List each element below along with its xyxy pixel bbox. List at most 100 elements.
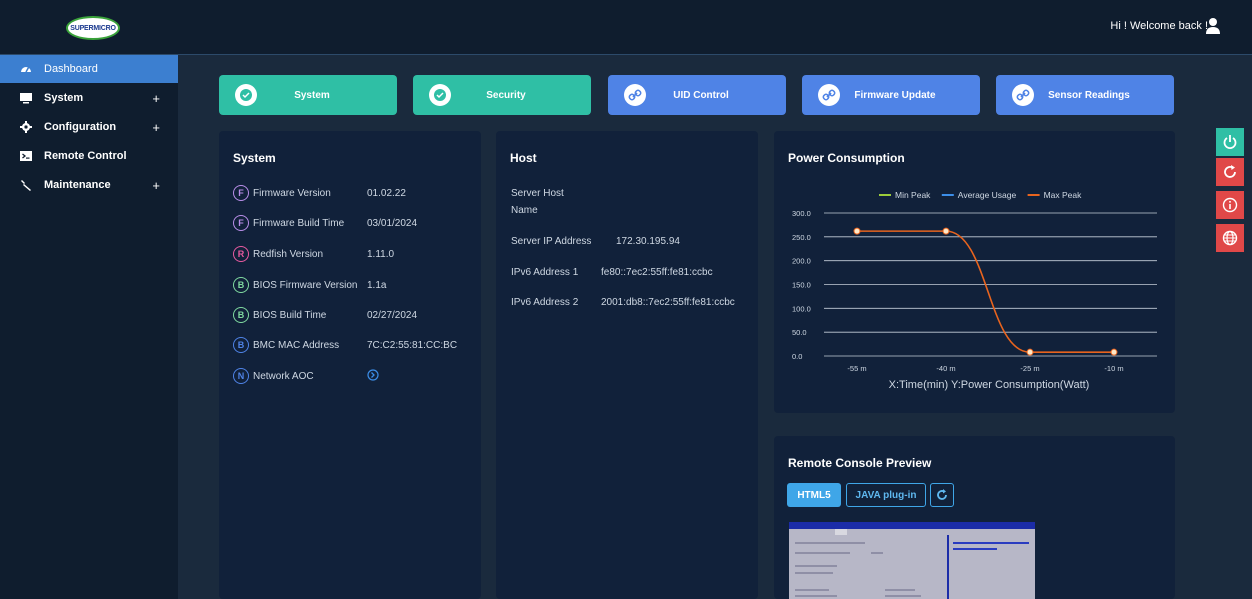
system-info-label: BIOS Build Time (253, 309, 327, 321)
legend-label: Max Peak (1044, 190, 1083, 200)
info-icon (1222, 197, 1238, 213)
refresh-console-button[interactable] (930, 483, 954, 507)
system-info-value: 1.11.0 (367, 248, 395, 260)
sidebar-item-label: Remote Control (44, 150, 127, 162)
dashboard-icon (20, 63, 32, 75)
power-chart: Min Peak Average Usage Max Peak 300.0 250.0 2… (792, 190, 1157, 391)
sidebar-item-dashboard[interactable]: Dashboard (0, 55, 178, 83)
server-host-name-label: Server Host Name (511, 188, 564, 216)
reset-action-button[interactable] (1216, 158, 1244, 186)
ipv6-2-value: 2001:db8::7ec2:55ff:fe81:ccbc (601, 297, 735, 308)
reset-icon (1224, 165, 1236, 178)
ipv6-1-label: IPv6 Address 1 (511, 267, 579, 278)
system-info-label: Network AOC (253, 370, 314, 382)
system-info-label: Firmware Version (253, 187, 331, 199)
system-info-row: B BMC MAC Address 7C:C2:55:81:CC:BC (233, 336, 457, 354)
badge-b-icon: B (233, 307, 249, 323)
sidebar-item-configuration[interactable]: Configuration + (0, 113, 178, 141)
legend-label: Average Usage (958, 190, 1017, 200)
console-text-line (795, 565, 837, 567)
badge-b-icon: B (233, 277, 249, 293)
badge-r-icon: R (233, 246, 249, 262)
quick-security-button[interactable]: Security (413, 75, 591, 115)
sidebar-item-label: System (44, 92, 84, 104)
system-info-row: N Network AOC (233, 367, 379, 385)
link-icon (1012, 84, 1034, 106)
expand-icon[interactable]: + (152, 91, 160, 106)
x-axis-label: X:Time(min) Y:Power Consumption(Watt) (889, 379, 1090, 391)
badge-f-icon: F (233, 215, 249, 231)
system-panel-title: System (233, 151, 276, 165)
console-title-bar (789, 522, 1035, 529)
console-menu-item (835, 529, 847, 535)
quick-sensor-readings-button[interactable]: Sensor Readings (996, 75, 1174, 115)
console-text-line (795, 552, 850, 554)
expand-icon[interactable]: + (152, 178, 160, 193)
console-help-line (953, 548, 997, 550)
system-info-value: 1.1a (367, 279, 387, 291)
console-preview-image[interactable] (789, 522, 1035, 599)
system-info-value: 02/27/2024 (367, 309, 418, 321)
x-tick-label: -25 m (1020, 364, 1039, 373)
console-divider (947, 535, 949, 599)
terminal-icon (20, 150, 32, 162)
wrench-icon (20, 179, 32, 191)
y-tick-label: 0.0 (792, 352, 802, 361)
data-point (1026, 348, 1034, 356)
expand-icon[interactable]: + (152, 120, 160, 135)
link-icon (624, 84, 646, 106)
link-icon (818, 84, 840, 106)
html5-button[interactable]: HTML5 (787, 483, 841, 507)
gear-icon (20, 121, 32, 133)
console-text-line (885, 589, 915, 591)
system-info-row: B BIOS Build Time 02/27/2024 (233, 306, 417, 324)
status-ok-icon (235, 84, 257, 106)
console-text-line (795, 595, 837, 597)
power-consumption-panel: Power Consumption Min Peak Average Usage M… (774, 131, 1175, 413)
system-info-label: BIOS Firmware Version (253, 279, 358, 291)
system-info-label: Firmware Build Time (253, 217, 345, 229)
network-action-button[interactable] (1216, 224, 1244, 252)
power-icon (1223, 135, 1237, 149)
ipv6-1-value: fe80::7ec2:55ff:fe81:ccbc (601, 267, 713, 278)
console-text-line (795, 542, 865, 544)
y-tick-label: 100.0 (792, 304, 811, 313)
data-point (853, 227, 861, 235)
server-ip-row: Server IP Address 172.30.195.94 (511, 236, 680, 247)
y-tick-label: 200.0 (792, 257, 811, 266)
sidebar-item-maintenance[interactable]: Maintenance + (0, 171, 178, 199)
y-tick-label: 250.0 (792, 233, 811, 242)
badge-f-icon: F (233, 185, 249, 201)
java-plugin-button[interactable]: JAVA plug-in (846, 483, 926, 507)
quick-uid-control-button[interactable]: UID Control (608, 75, 786, 115)
system-panel: System F Firmware Version 01.02.22 F Firmwar… (219, 131, 481, 599)
globe-icon (1222, 230, 1238, 246)
uid-action-button[interactable] (1216, 191, 1244, 219)
system-info-label: Redfish Version (253, 248, 324, 260)
data-point (1110, 348, 1118, 356)
badge-n-icon: N (233, 368, 249, 384)
supermicro-logo[interactable]: SUPERMICRO (66, 16, 120, 40)
user-icon[interactable] (1206, 17, 1220, 34)
sidebar-item-remote-control[interactable]: Remote Control (0, 142, 178, 170)
system-info-value: 03/01/2024 (367, 217, 418, 229)
network-aoc-link-icon[interactable] (367, 368, 379, 384)
system-info-row: B BIOS Firmware Version 1.1a (233, 276, 386, 294)
sidebar: Dashboard System + Configuration + Remot… (0, 55, 178, 599)
quick-firmware-update-button[interactable]: Firmware Update (802, 75, 980, 115)
system-info-value: 7C:C2:55:81:CC:BC (367, 339, 458, 351)
host-panel-title: Host (510, 151, 537, 165)
ipv6-2-row: IPv6 Address 2 2001:db8::7ec2:55ff:fe81:… (511, 297, 735, 308)
quick-system-button[interactable]: System (219, 75, 397, 115)
y-tick-label: 300.0 (792, 209, 811, 218)
legend-label: Min Peak (895, 190, 931, 200)
sidebar-item-label: Dashboard (44, 63, 98, 75)
system-info-row: F Firmware Build Time 03/01/2024 (233, 214, 417, 232)
server-ip-label: Server IP Address (511, 236, 592, 247)
power-action-button[interactable] (1216, 128, 1244, 156)
console-text-line (795, 589, 829, 591)
sidebar-item-system[interactable]: System + (0, 84, 178, 112)
y-tick-label: 150.0 (792, 281, 811, 290)
monitor-icon (20, 92, 32, 104)
refresh-icon (937, 489, 947, 500)
